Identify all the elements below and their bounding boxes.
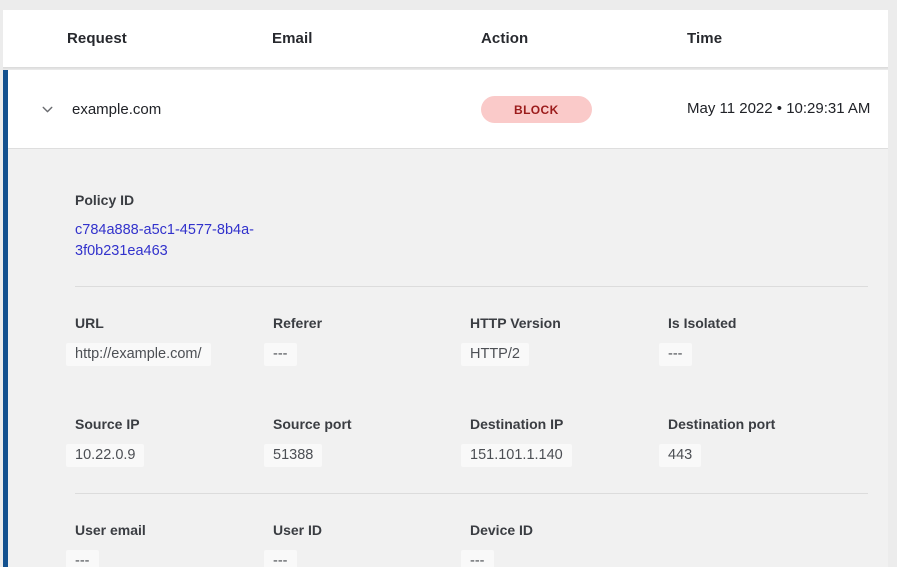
field-destination-port: Destination port 443 [668, 416, 868, 467]
log-table-card: Request Email Action Time example.com [3, 10, 888, 567]
field-http-version-value: HTTP/2 [461, 343, 529, 366]
policy-id-field: Policy ID c784a888-a5c1-4577-8b4a-3f0b23… [75, 192, 868, 262]
collapse-row-button[interactable] [39, 101, 72, 118]
detail-row-user: User email --- User ID --- Device ID --- [75, 522, 868, 567]
field-user-id-value: --- [264, 550, 297, 567]
table-header-row: Request Email Action Time [3, 10, 888, 67]
field-destination-ip: Destination IP 151.101.1.140 [470, 416, 668, 467]
field-source-port: Source port 51388 [273, 416, 470, 467]
field-destination-port-label: Destination port [668, 416, 868, 432]
column-header-request: Request [67, 30, 272, 47]
field-user-email: User email --- [75, 522, 273, 567]
field-http-version-label: HTTP Version [470, 315, 668, 331]
column-header-action: Action [481, 30, 687, 47]
policy-id-link[interactable]: c784a888-a5c1-4577-8b4a-3f0b231ea463 [75, 220, 275, 262]
field-device-id-value: --- [461, 550, 494, 567]
status-badge-block: BLOCK [481, 96, 592, 123]
field-destination-ip-label: Destination IP [470, 416, 668, 432]
row-action-cell: BLOCK [481, 96, 687, 123]
column-header-time: Time [687, 30, 888, 47]
field-user-email-label: User email [75, 522, 273, 538]
field-destination-ip-value: 151.101.1.140 [461, 444, 572, 467]
field-user-id: User ID --- [273, 522, 470, 567]
column-header-email: Email [272, 30, 481, 47]
expanded-row-container: example.com BLOCK May 11 2022 • 10:29:31… [3, 70, 888, 567]
field-is-isolated-label: Is Isolated [668, 315, 868, 331]
field-source-ip-label: Source IP [75, 416, 273, 432]
field-is-isolated-value: --- [659, 343, 692, 366]
field-source-ip: Source IP 10.22.0.9 [75, 416, 273, 467]
field-url: URL http://example.com/ [75, 315, 273, 366]
field-device-id-label: Device ID [470, 522, 668, 538]
field-url-label: URL [75, 315, 273, 331]
field-referer-label: Referer [273, 315, 470, 331]
table-row[interactable]: example.com BLOCK May 11 2022 • 10:29:31… [8, 70, 888, 149]
row-detail-panel: Policy ID c784a888-a5c1-4577-8b4a-3f0b23… [8, 149, 888, 567]
detail-row-network: Source IP 10.22.0.9 Source port 51388 De… [75, 416, 868, 467]
field-device-id: Device ID --- [470, 522, 668, 567]
field-url-value: http://example.com/ [66, 343, 211, 366]
field-destination-port-value: 443 [659, 444, 701, 467]
chevron-down-icon [39, 101, 56, 118]
section-divider [75, 493, 868, 494]
field-referer: Referer --- [273, 315, 470, 366]
field-user-email-value: --- [66, 550, 99, 567]
field-referer-value: --- [264, 343, 297, 366]
row-request-value: example.com [72, 101, 272, 118]
detail-row-http: URL http://example.com/ Referer --- HTTP… [75, 315, 868, 366]
field-source-port-label: Source port [273, 416, 470, 432]
field-source-port-value: 51388 [264, 444, 322, 467]
activity-log-page: Request Email Action Time example.com [0, 0, 897, 567]
field-source-ip-value: 10.22.0.9 [66, 444, 144, 467]
section-divider [75, 286, 868, 287]
field-is-isolated: Is Isolated --- [668, 315, 868, 366]
field-user-id-label: User ID [273, 522, 470, 538]
row-time-value: May 11 2022 • 10:29:31 AM [687, 97, 872, 121]
field-http-version: HTTP Version HTTP/2 [470, 315, 668, 366]
policy-id-label: Policy ID [75, 192, 868, 208]
